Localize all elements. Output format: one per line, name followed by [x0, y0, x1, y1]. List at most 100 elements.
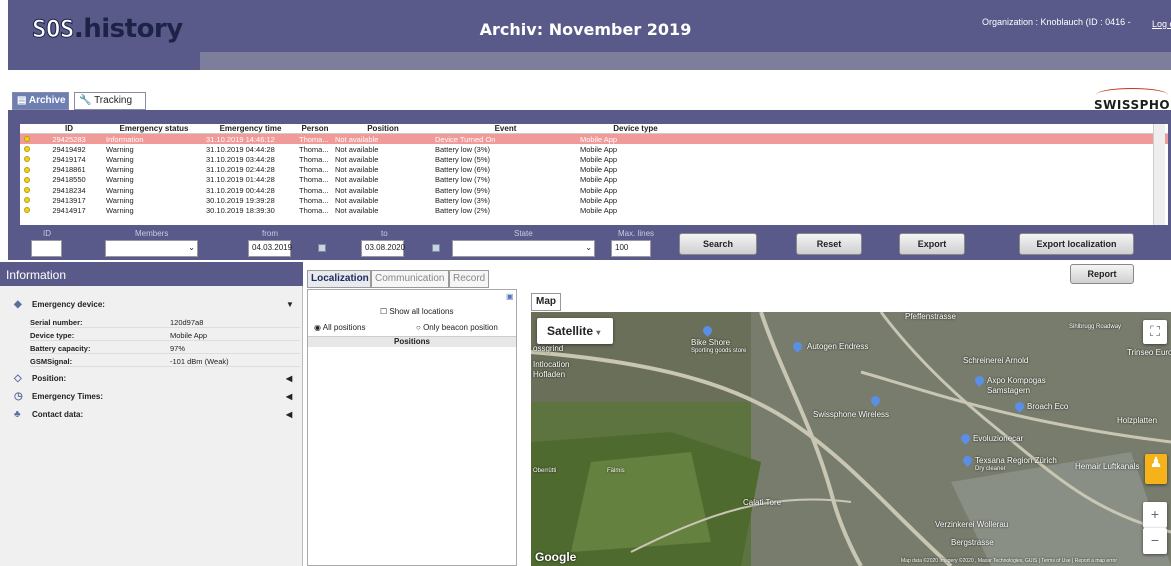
table-row[interactable]: 29414917 Warning 30.10.2019 18:39:30 Thoma.…	[20, 205, 1168, 215]
table-cell: 31.10.2019 02:44:28	[206, 165, 275, 175]
map-label: Autogen Endress	[807, 342, 869, 351]
section-emergency-times[interactable]: ◷ Emergency Times: ◀	[0, 388, 303, 404]
archive-grid: ID Emergency status Emergency time Perso…	[20, 124, 1168, 225]
table-cell: Not available	[335, 195, 379, 205]
table-cell: Thoma...	[299, 195, 329, 205]
reset-button[interactable]: Reset	[796, 233, 862, 255]
section-contact-data[interactable]: ♣ Contact data: ◀	[0, 406, 303, 422]
export-localization-button[interactable]: Export localization	[1019, 233, 1134, 255]
table-row[interactable]: 29419492 Warning 31.10.2019 04:44:28 Thoma.…	[20, 144, 1168, 154]
members-dropdown[interactable]: ⌄	[105, 240, 198, 257]
table-cell: 29413917	[52, 195, 86, 205]
pin-icon[interactable]: ▣	[506, 292, 514, 301]
members-filter-label: Members	[135, 229, 169, 238]
tab-tracking[interactable]: 🔧 Tracking	[74, 92, 146, 110]
show-all-locations[interactable]: ☐ Show all locations	[380, 307, 453, 316]
localization-panel: ▣ ☐ Show all locations ◉ All positions ○…	[307, 289, 517, 566]
table-row[interactable]: 29418234 Warning 31.10.2019 00:44:28 Thoma.…	[20, 185, 1168, 195]
table-cell: Mobile App	[580, 195, 618, 205]
google-logo: Google	[535, 550, 577, 564]
col-status[interactable]: Emergency status	[104, 124, 204, 133]
table-cell: 31.10.2019 04:44:28	[206, 144, 275, 154]
table-cell: Thoma...	[299, 205, 329, 215]
state-dropdown[interactable]: ⌄	[452, 240, 595, 257]
search-button[interactable]: Search	[679, 233, 757, 255]
status-dot-icon	[24, 136, 30, 143]
tab-localization[interactable]: Localization	[307, 270, 371, 288]
field-gsm: GSMSignal: -101 dBm (Weak)	[30, 357, 300, 367]
map-view[interactable]: Satellite ▾ ⛶ ♟ + − Google Map data ©202…	[531, 312, 1171, 566]
field-serial: Serial number: 120d97a8	[30, 318, 300, 328]
zoom-out-button[interactable]: −	[1143, 528, 1167, 554]
tab-record[interactable]: Record	[449, 270, 489, 288]
map-label: Fälmis	[607, 468, 625, 474]
table-row[interactable]: 29419174 Warning 31.10.2019 03:44:28 Thoma.…	[20, 154, 1168, 164]
pegman-icon[interactable]: ♟	[1145, 454, 1167, 484]
checkbox[interactable]: ☐	[380, 307, 387, 316]
table-cell: Mobile App	[580, 185, 618, 195]
tab-map[interactable]: Map	[531, 293, 561, 311]
tab-archive[interactable]: ▤ Archive	[12, 92, 69, 110]
table-cell: 29418234	[52, 185, 86, 195]
maxlines-input[interactable]: 100	[611, 240, 651, 257]
map-label: Broach Eco	[1027, 402, 1069, 411]
col-person[interactable]: Person	[297, 124, 333, 133]
table-cell: Thoma...	[299, 154, 329, 164]
to-filter-label: to	[381, 229, 388, 238]
map-label: ossgrind	[533, 344, 564, 353]
chevron-down-icon: ⌄	[188, 243, 195, 252]
map-type-select[interactable]: Satellite ▾	[537, 318, 613, 344]
table-cell: Thoma...	[299, 144, 329, 154]
grid-scrollbar[interactable]	[1153, 124, 1165, 225]
section-position[interactable]: ◇ Position: ◀	[0, 370, 303, 386]
col-event[interactable]: Event	[433, 124, 578, 133]
status-dot-icon	[24, 207, 30, 214]
table-cell: Information	[106, 134, 144, 144]
status-dot-icon	[24, 166, 30, 173]
field-device-type: Device type: Mobile App	[30, 331, 300, 341]
table-cell: Thoma...	[299, 175, 329, 185]
table-row[interactable]: 29413917 Warning 30.10.2019 19:39:28 Thoma.…	[20, 195, 1168, 205]
table-cell: Not available	[335, 134, 379, 144]
grid-header: ID Emergency status Emergency time Perso…	[20, 124, 1168, 134]
map-label: Swissphone Wireless	[813, 410, 890, 419]
tab-communication[interactable]: Communication	[371, 270, 449, 288]
logout-link[interactable]: Log o	[1152, 19, 1171, 29]
state-filter-label: State	[514, 229, 533, 238]
radio-icon: ○	[416, 323, 421, 332]
col-position[interactable]: Position	[333, 124, 433, 133]
contact-icon: ♣	[14, 409, 21, 420]
export-button[interactable]: Export	[899, 233, 965, 255]
table-row[interactable]: 29418550 Warning 31.10.2019 01:44:28 Thoma.…	[20, 175, 1168, 185]
table-row[interactable]: 29425283 Information 31.10.2019 14:46:12 Th…	[20, 134, 1168, 145]
table-row[interactable]: 29418861 Warning 31.10.2019 02:44:28 Thoma.…	[20, 165, 1168, 175]
to-date-input[interactable]: 03.08.2020	[361, 240, 405, 257]
calendar-icon[interactable]	[432, 244, 440, 252]
table-cell: Not available	[335, 165, 379, 175]
zoom-in-button[interactable]: +	[1143, 502, 1167, 528]
maxlines-filter-label: Max. lines	[618, 229, 655, 238]
radio-icon: ◉	[314, 323, 321, 332]
col-device[interactable]: Device type	[578, 124, 693, 133]
table-cell: Warning	[106, 205, 134, 215]
col-id[interactable]: ID	[34, 124, 104, 133]
radio-beacon[interactable]: ○ Only beacon position	[416, 323, 498, 332]
calendar-icon[interactable]	[318, 244, 326, 252]
map-attribution[interactable]: Map data ©2020 Imagery ©2020 , Maxar Tec…	[901, 558, 1117, 564]
status-dot-icon	[24, 176, 30, 183]
id-filter-input[interactable]	[31, 240, 62, 257]
id-filter-label: ID	[43, 229, 51, 238]
from-date-input[interactable]: 04.03.2019	[248, 240, 292, 257]
table-cell: Warning	[106, 154, 134, 164]
table-cell: Not available	[335, 154, 379, 164]
info-icon: ◆	[14, 299, 22, 310]
table-cell: Warning	[106, 144, 134, 154]
col-time[interactable]: Emergency time	[204, 124, 297, 133]
table-cell: 31.10.2019 03:44:28	[206, 154, 275, 164]
report-button[interactable]: Report	[1070, 264, 1134, 284]
section-emergency-device[interactable]: ◆ Emergency device: ▼	[0, 296, 303, 312]
fullscreen-icon[interactable]: ⛶	[1143, 320, 1167, 344]
map-label: Oberrütti	[533, 468, 557, 474]
radio-all-positions[interactable]: ◉ All positions	[314, 323, 365, 332]
table-cell: 31.10.2019 00:44:28	[206, 185, 275, 195]
